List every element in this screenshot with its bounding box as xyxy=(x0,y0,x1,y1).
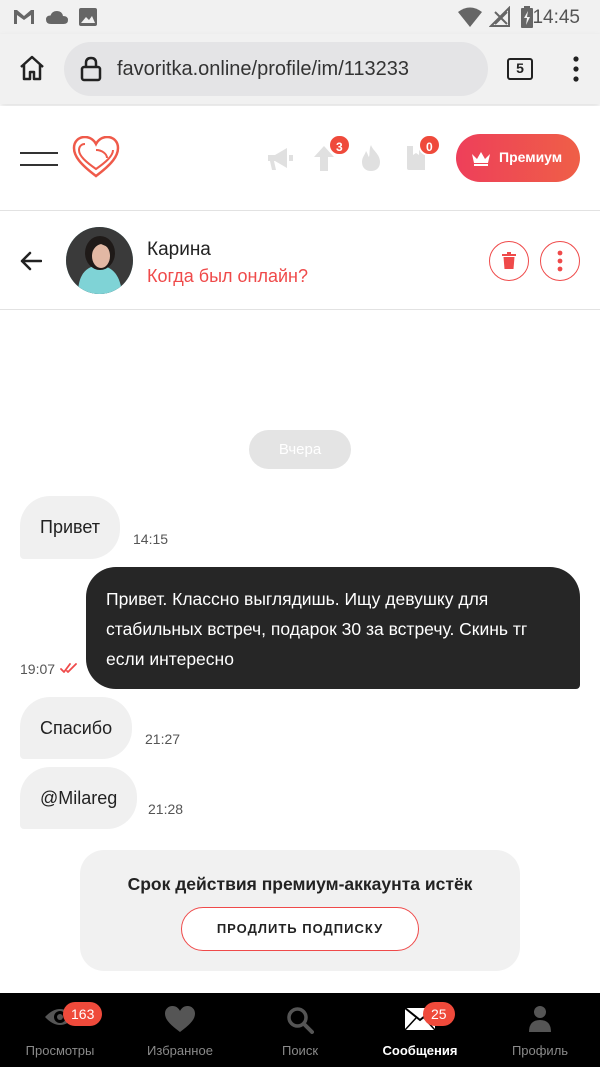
renew-subscription-button[interactable]: ПРОДЛИТЬ ПОДПИСКУ xyxy=(181,907,419,951)
status-time: 14:45 xyxy=(532,7,580,28)
boost-badge: 3 xyxy=(328,134,351,156)
premium-expired-text: Срок действия премиум-аккаунта истёк xyxy=(127,874,473,894)
read-checkmarks-icon xyxy=(60,663,77,673)
flame-icon[interactable] xyxy=(360,144,382,172)
gmail-icon xyxy=(14,10,34,24)
nav-item-messages[interactable]: 25 Сообщения xyxy=(360,993,480,1067)
nav-label: Профиль xyxy=(511,1043,569,1058)
messages-badge: 25 xyxy=(423,1002,455,1026)
message-line: стабильных встреч, подарок 30 за встречу… xyxy=(106,619,528,639)
url-text: favoritka.online/profile/im/113233 xyxy=(117,58,410,80)
premium-expired-card: Срок действия премиум-аккаунта истёк ПРО… xyxy=(80,850,520,971)
megaphone-icon[interactable] xyxy=(266,146,294,172)
logo-heart-icon[interactable] xyxy=(72,136,120,178)
bottom-nav: 163 Просмотры Избранное Поиск 25 Сообщен… xyxy=(0,993,600,1067)
cloud-icon xyxy=(46,11,68,24)
message-time: 21:27 xyxy=(145,731,181,747)
avatar[interactable] xyxy=(66,227,133,294)
lock-icon xyxy=(80,56,102,82)
crown-icon xyxy=(472,152,490,166)
app-header: 3 0 Премиум xyxy=(0,106,600,211)
signal-icon xyxy=(489,6,510,27)
last-seen-link[interactable]: Когда был онлайн? xyxy=(147,266,308,287)
heart-icon xyxy=(165,1006,195,1032)
browser-toolbar: favoritka.online/profile/im/113233 5 xyxy=(0,34,600,104)
trash-icon xyxy=(502,252,516,269)
nav-label: Сообщения xyxy=(382,1043,458,1058)
message-bubble-incoming[interactable]: @Milareg xyxy=(20,767,138,829)
message-bubble-incoming[interactable]: Привет xyxy=(20,496,121,559)
nav-label: Избранное xyxy=(147,1043,213,1058)
more-vert-icon xyxy=(557,250,563,272)
message-bubble-outgoing[interactable]: Привет. Классно выглядишь. Ищу девушку д… xyxy=(86,567,580,689)
message-line: Привет. Классно выглядишь. Ищу девушку д… xyxy=(106,589,489,609)
nav-item-profile[interactable]: Профиль xyxy=(480,993,600,1067)
nav-item-search[interactable]: Поиск xyxy=(240,993,360,1067)
nav-label: Просмотры xyxy=(25,1043,95,1058)
nav-item-favorites[interactable]: Избранное xyxy=(120,993,240,1067)
menu-icon[interactable] xyxy=(20,152,58,176)
image-icon xyxy=(79,8,97,26)
search-icon xyxy=(287,1007,314,1034)
premium-button[interactable]: Премиум xyxy=(456,134,580,182)
home-icon[interactable] xyxy=(18,54,46,82)
chat-options-button[interactable] xyxy=(540,241,580,281)
person-icon xyxy=(529,1006,551,1032)
message-line: если интересно xyxy=(106,649,234,669)
address-bar[interactable]: favoritka.online/profile/im/113233 xyxy=(64,42,488,96)
message-bubble-incoming[interactable]: Спасибо xyxy=(20,697,133,759)
message-time: 19:07 xyxy=(20,661,56,677)
more-vert-icon[interactable] xyxy=(572,56,580,82)
wifi-icon xyxy=(458,7,482,27)
premium-label: Премиум xyxy=(499,149,563,165)
date-divider: Вчера xyxy=(249,430,351,469)
contact-name: Карина xyxy=(147,239,211,260)
nav-item-views[interactable]: 163 Просмотры xyxy=(0,993,120,1067)
delete-chat-button[interactable] xyxy=(489,241,529,281)
chat-header: Карина Когда был онлайн? xyxy=(0,211,600,310)
book-badge: 0 xyxy=(418,134,441,156)
status-bar: 14:45 xyxy=(0,0,600,34)
tab-switcher-button[interactable]: 5 xyxy=(507,58,533,80)
views-badge: 163 xyxy=(63,1002,103,1026)
message-time: 14:15 xyxy=(133,531,169,547)
nav-label: Поиск xyxy=(281,1043,319,1058)
back-arrow-icon[interactable] xyxy=(20,251,42,271)
message-time: 21:28 xyxy=(148,801,184,817)
